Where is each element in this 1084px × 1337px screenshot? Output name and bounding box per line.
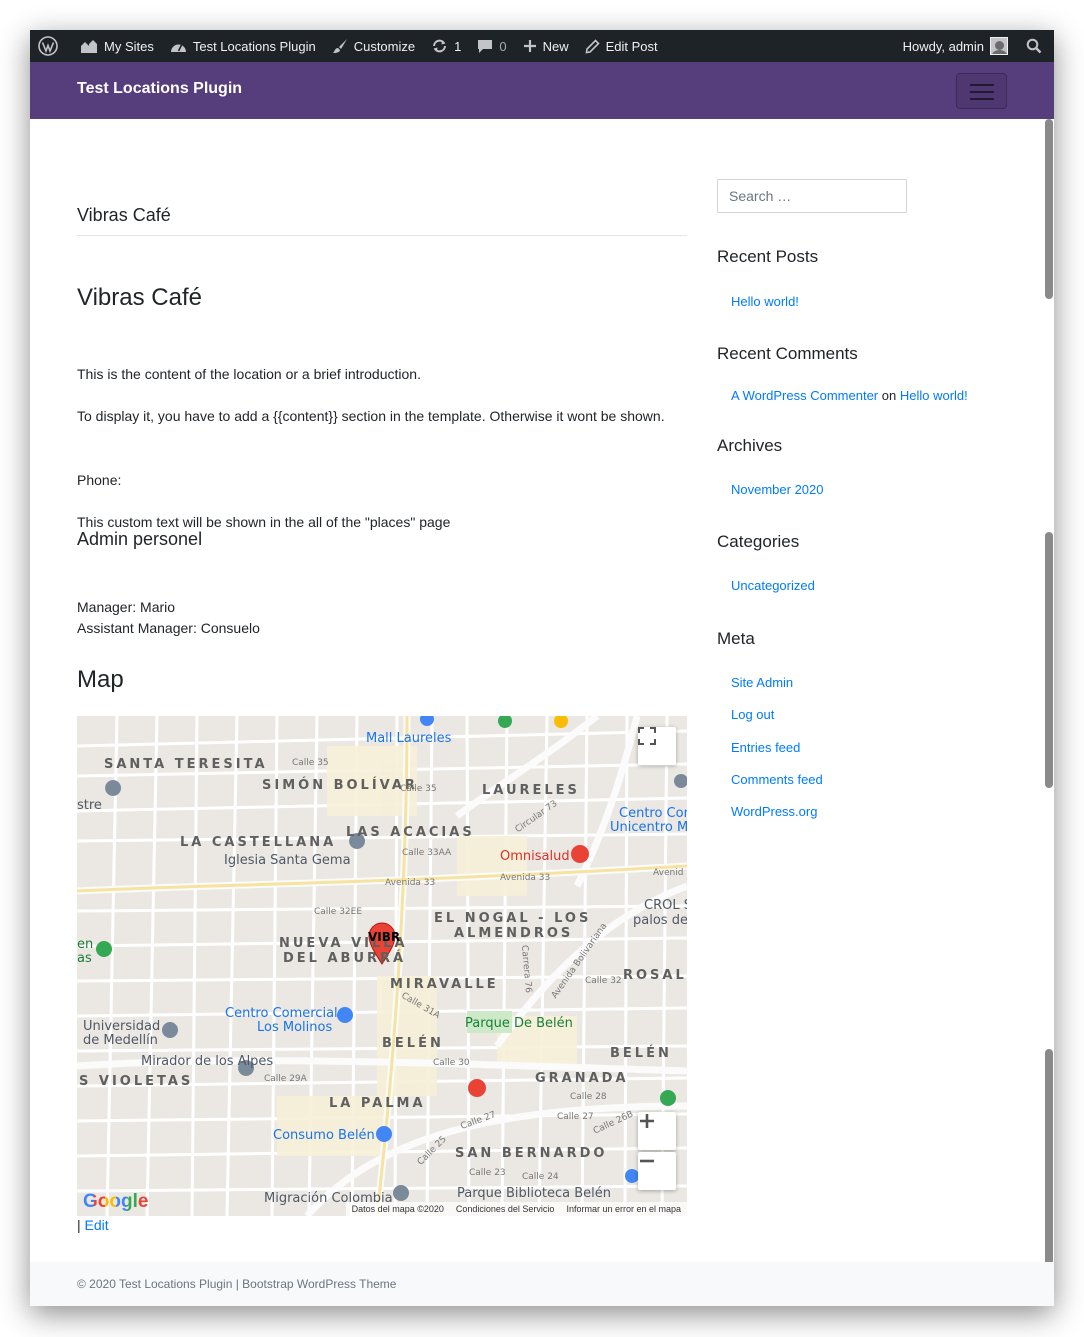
recent-post-link[interactable]: Hello world! <box>731 294 799 309</box>
new-content-menu[interactable]: New <box>515 30 577 62</box>
site-header: Test Locations Plugin <box>30 62 1054 119</box>
footer-text: © 2020 Test Locations Plugin | Bootstrap… <box>77 1277 397 1291</box>
google-logo-text: Google <box>83 1191 149 1212</box>
zoom-out-button[interactable] <box>638 1152 676 1190</box>
updates-link[interactable]: 1 <box>423 30 469 62</box>
howdy-label: Howdy, admin <box>902 38 984 54</box>
paintbrush-icon <box>332 39 347 53</box>
recent-comment-item: A WordPress Commenter on Hello world! <box>731 388 968 403</box>
google-logo[interactable]: Google <box>83 1191 148 1213</box>
template-note-paragraph: To display it, you have to add a {{conte… <box>77 408 665 424</box>
new-label: New <box>542 38 569 54</box>
page-title: Vibras Café <box>77 205 171 225</box>
archives-title: Archives <box>717 436 783 455</box>
meta-comments-feed-link[interactable]: Comments feed <box>731 772 823 787</box>
my-sites-label: My Sites <box>104 38 154 54</box>
edit-post-label: Edit Post <box>605 38 658 54</box>
search-icon <box>1026 38 1042 54</box>
page-scrollbar[interactable] <box>1044 119 1054 1306</box>
site-brand-link[interactable]: Test Locations Plugin <box>77 80 242 98</box>
recent-posts-title: Recent Posts <box>717 247 819 266</box>
my-sites-menu[interactable]: My Sites <box>72 30 162 62</box>
comments-link[interactable]: 0 <box>469 30 514 62</box>
intro-paragraph: This is the content of the location or a… <box>77 366 421 382</box>
comments-count: 0 <box>499 38 507 54</box>
comment-bubble-icon <box>478 40 493 53</box>
meta-title: Meta <box>717 629 755 648</box>
dashboard-icon <box>170 44 186 52</box>
updates-icon <box>433 39 447 53</box>
fullscreen-button[interactable] <box>638 727 676 765</box>
pencil-icon <box>585 38 600 53</box>
comment-post-link[interactable]: Hello world! <box>900 388 968 403</box>
map-attribution: Datos del mapa ©2020 Condiciones del Ser… <box>345 1202 687 1216</box>
categories-title: Categories <box>717 532 800 551</box>
admin-search-button[interactable] <box>1018 30 1054 62</box>
meta-log-out-link[interactable]: Log out <box>731 707 774 722</box>
search-input[interactable] <box>717 179 907 213</box>
site-footer: © 2020 Test Locations Plugin | Bootstrap… <box>30 1262 1054 1306</box>
customize-label: Customize <box>353 38 416 54</box>
account-menu[interactable]: Howdy, admin <box>895 30 1018 62</box>
plus-icon <box>523 40 536 52</box>
comment-on-text: on <box>881 388 897 403</box>
map-roads <box>77 716 687 1216</box>
sites-icon <box>81 40 97 53</box>
map-data-text: Datos del mapa ©2020 <box>351 1204 444 1214</box>
assistant-manager-line: Assistant Manager: Consuelo <box>77 620 260 636</box>
avatar <box>990 37 1008 55</box>
recent-comments-title: Recent Comments <box>717 344 858 363</box>
edit-separator: | <box>77 1217 81 1233</box>
phone-paragraph: Phone: <box>77 472 122 488</box>
menu-toggle-button[interactable] <box>956 73 1007 109</box>
browser-window: My Sites Test Locations Plugin Customize <box>30 30 1054 1306</box>
map-report-link[interactable]: Informar un error en el mapa <box>566 1204 681 1214</box>
updates-count: 1 <box>454 38 462 54</box>
title-divider <box>77 235 687 236</box>
minus-icon <box>640 1159 654 1163</box>
zoom-in-button[interactable] <box>638 1112 676 1150</box>
meta-wordpress-org-link[interactable]: WordPress.org <box>731 804 817 819</box>
plus-icon <box>640 1114 654 1128</box>
edit-post-link[interactable]: Edit Post <box>577 30 666 62</box>
admin-bar: My Sites Test Locations Plugin Customize <box>30 30 1054 62</box>
map-heading: Map <box>77 666 124 693</box>
scrollbar-thumb[interactable] <box>1045 532 1053 788</box>
hamburger-icon-bar <box>970 91 994 93</box>
customize-link[interactable]: Customize <box>324 30 423 62</box>
map-terms-link[interactable]: Condiciones del Servicio <box>456 1204 555 1214</box>
site-name-label: Test Locations Plugin <box>192 38 316 54</box>
wordpress-logo-button[interactable] <box>30 30 72 62</box>
category-link[interactable]: Uncategorized <box>731 578 815 593</box>
manager-line: Manager: Mario <box>77 599 176 615</box>
hamburger-icon <box>970 84 994 86</box>
google-map[interactable]: SANTA TERESITA SIMÓN BOLÍVAR LAURELES LA… <box>77 716 687 1216</box>
hamburger-icon-bar <box>970 98 994 100</box>
meta-site-admin-link[interactable]: Site Admin <box>731 675 793 690</box>
scrollbar-thumb[interactable] <box>1045 119 1053 299</box>
archive-link[interactable]: November 2020 <box>731 482 824 497</box>
meta-entries-feed-link[interactable]: Entries feed <box>731 740 800 755</box>
edit-link[interactable]: Edit <box>85 1217 109 1233</box>
wordpress-icon <box>38 36 58 56</box>
comment-author-link[interactable]: A WordPress Commenter <box>731 388 878 403</box>
site-name-menu[interactable]: Test Locations Plugin <box>162 30 324 62</box>
edit-line: | Edit <box>77 1217 109 1233</box>
fullscreen-icon <box>638 727 656 745</box>
admin-personel-heading: Admin personel <box>77 529 203 549</box>
entry-title: Vibras Café <box>77 284 202 311</box>
